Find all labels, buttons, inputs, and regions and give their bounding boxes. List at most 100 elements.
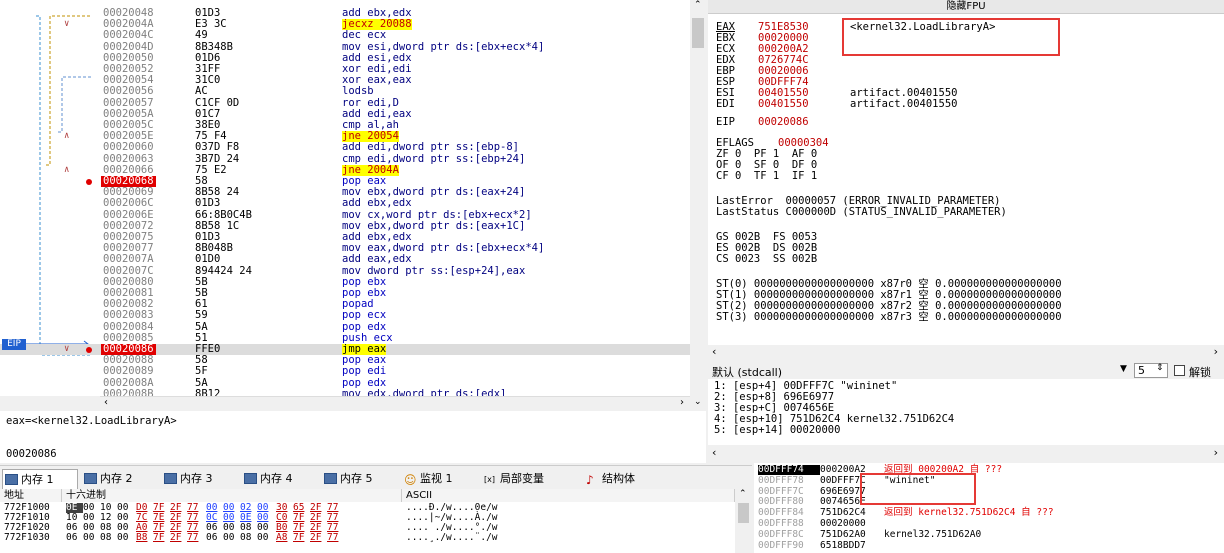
instruction-address[interactable]: 00020089: [103, 366, 154, 377]
disasm-row[interactable]: 00020056 AC lodsb: [0, 86, 690, 97]
hex-byte[interactable]: 7F: [293, 533, 310, 543]
instruction-text[interactable]: add edi,dword ptr ss:[ebp-8]: [342, 142, 519, 153]
disassembly-view[interactable]: 00020048 01D3 add ebx,edx ∨ 0002004A E3 3C jec…: [0, 0, 690, 396]
hex-byte[interactable]: 08: [100, 533, 117, 543]
eip-row[interactable]: EIP 00020086: [716, 117, 850, 128]
instruction-text[interactable]: pop edi: [342, 366, 386, 377]
disasm-row[interactable]: 0002007A 01D0 add eax,edx: [0, 254, 690, 265]
tab-2[interactable]: 内存 2: [82, 469, 158, 489]
hex-byte[interactable]: 00: [257, 533, 274, 543]
instruction-text[interactable]: add eax,edx: [342, 254, 412, 265]
unlock-checkbox[interactable]: [1174, 365, 1185, 376]
hex-byte[interactable]: 00: [223, 533, 240, 543]
hex-byte[interactable]: 06: [66, 533, 83, 543]
chevron-down-icon[interactable]: ▼: [1120, 364, 1127, 374]
stack-value[interactable]: 6518BDD7: [820, 540, 884, 551]
tab-4[interactable]: 内存 4: [242, 469, 318, 489]
dump-row[interactable]: 772F1030 06 00 08 00 B8 7F 2F 77 06 00 08 00 A8 7F 2F 77…: [0, 533, 498, 543]
ascii-text[interactable]: ....¸./w....¨./w: [406, 533, 498, 543]
stack-value[interactable]: 751D62A0: [820, 529, 884, 540]
instruction-text[interactable]: lodsb: [342, 86, 374, 97]
stack-address[interactable]: 00DFFF7C: [758, 486, 820, 497]
disasm-horizontal-scrollbar[interactable]: ‹ ›: [100, 396, 690, 409]
fpu-register[interactable]: ST(3) 0000000000000000000 x87r3 空 0.0000…: [716, 311, 1062, 323]
tab-6[interactable]: ☺ 监视 1: [402, 469, 478, 489]
stack-row[interactable]: 00DFFF90 6518BDD7: [758, 540, 884, 551]
disasm-row[interactable]: 00020060 037D F8 add edi,dword ptr ss:[ebp…: [0, 142, 690, 153]
breakpoint-icon[interactable]: [86, 179, 92, 185]
segment-values[interactable]: CS 0023 SS 002B: [716, 253, 817, 265]
dump-header-ascii[interactable]: ASCII: [402, 489, 735, 502]
tab-3[interactable]: 内存 3: [162, 469, 238, 489]
argument-row[interactable]: 5: [esp+14] 00020000: [714, 425, 840, 436]
dump-header-hex[interactable]: 十六进制: [62, 489, 402, 502]
disasm-row[interactable]: 0002006C 01D3 add ebx,edx: [0, 198, 690, 209]
disasm-row[interactable]: 00020089 5F pop edi: [0, 366, 690, 377]
hex-byte[interactable]: B8: [136, 533, 153, 543]
stack-address[interactable]: 00DFFF88: [758, 519, 820, 529]
instruction-text[interactable]: add ebx,edx: [342, 198, 412, 209]
call-convention-select[interactable]: 默认 (stdcall): [712, 364, 782, 380]
instruction-text[interactable]: mov edx,dword ptr ds:[edx]: [342, 388, 506, 396]
segments-row[interactable]: CS 0023 SS 002B: [716, 254, 817, 265]
stack-address[interactable]: 00DFFF80: [758, 497, 820, 507]
last-status-row[interactable]: LastStatus C000000D (STATUS_INVALID_PARA…: [716, 207, 1007, 218]
tab-5[interactable]: 内存 5: [322, 469, 398, 489]
disasm-row[interactable]: 0002004C 49 dec ecx: [0, 30, 690, 41]
hex-byte[interactable]: 2F: [310, 533, 327, 543]
hex-byte[interactable]: 77: [187, 533, 204, 543]
register-value[interactable]: 00401550: [758, 99, 850, 110]
stack-row[interactable]: 00DFFF88 00020000: [758, 519, 884, 529]
instruction-address[interactable]: 00020083: [103, 310, 154, 321]
disasm-row[interactable]: 00020083 59 pop ecx: [0, 310, 690, 321]
stack-address[interactable]: 00DFFF90: [758, 540, 820, 551]
stack-address[interactable]: 00DFFF84: [758, 508, 820, 518]
tab-1[interactable]: 内存 1: [2, 469, 78, 489]
stack-address[interactable]: 00DFFF74: [758, 465, 820, 475]
instruction-text[interactable]: dec ecx: [342, 30, 386, 41]
register-row[interactable]: EDI 00401550 artifact.00401550: [716, 99, 957, 110]
stack-row[interactable]: 00DFFF8C 751D62A0 kernel32.751D62A0: [758, 529, 981, 540]
instruction-text[interactable]: pop ecx: [342, 310, 386, 321]
stack-value[interactable]: 00020000: [820, 519, 884, 529]
hex-byte[interactable]: 7F: [153, 533, 170, 543]
spinner-arrows-icon[interactable]: ⇕: [1156, 363, 1164, 373]
instruction-address[interactable]: 0002004C: [103, 30, 154, 41]
disasm-row[interactable]: 0002008B 8B12 mov edx,dword ptr ds:[edx]: [0, 388, 690, 396]
scroll-thumb[interactable]: [738, 503, 749, 523]
hex-byte[interactable]: 08: [240, 533, 257, 543]
dump-vertical-scrollbar[interactable]: ⌃: [735, 489, 752, 553]
instruction-address[interactable]: 00020056: [103, 86, 154, 97]
fpu-row[interactable]: ST(3) 0000000000000000000 x87r3 空 0.0000…: [716, 312, 1062, 323]
instruction-address[interactable]: 0002008B: [103, 388, 154, 396]
stack-address[interactable]: 00DFFF78: [758, 475, 820, 486]
disasm-vertical-scrollbar[interactable]: ⌃ ⌄: [690, 0, 706, 409]
hex-byte[interactable]: A8: [276, 533, 293, 543]
registers-horizontal-scrollbar[interactable]: ‹ ›: [708, 345, 1224, 359]
register-value[interactable]: 00020086: [758, 117, 850, 128]
arguments-pane[interactable]: 1: [esp+4] 00DFFF7C "wininet" 2: [esp+8] …: [708, 379, 1224, 445]
flags-row[interactable]: CF 0 TF 1 IF 1: [716, 171, 817, 182]
instruction-address[interactable]: 0002006C: [103, 198, 154, 209]
dump-header-address[interactable]: 地址: [0, 489, 62, 502]
registers-pane[interactable]: 隐藏FPU EAX 751E8530 <kernel32.LoadLibraryA>…: [708, 0, 1224, 345]
stack-value[interactable]: 751D62C4: [820, 508, 884, 518]
stack-row[interactable]: 00DFFF84 751D62C4 返回到 kernel32.751D62C4 自 …: [758, 508, 1054, 518]
tab-7[interactable]: [x] 局部变量: [482, 469, 578, 489]
instruction-address[interactable]: 0002007A: [103, 254, 154, 265]
scroll-thumb[interactable]: [692, 18, 704, 48]
hex-byte[interactable]: 2F: [170, 533, 187, 543]
hex-byte[interactable]: 00: [83, 533, 100, 543]
stack-address[interactable]: 00DFFF8C: [758, 529, 820, 540]
breakpoint-icon[interactable]: [86, 347, 92, 353]
hex-byte[interactable]: 77: [327, 533, 344, 543]
hex-byte[interactable]: 06: [206, 533, 223, 543]
hex-byte[interactable]: 00: [117, 533, 134, 543]
stack-pane[interactable]: 00DFFF74 000200A2 返回到 000200A2 自 ??? 00DFFF…: [754, 463, 1224, 553]
instruction-address[interactable]: 00020060: [103, 142, 154, 153]
flag-values[interactable]: CF 0 TF 1 IF 1: [716, 170, 817, 182]
arguments-horizontal-scrollbar[interactable]: ‹ ›: [708, 445, 1224, 461]
memory-dump[interactable]: 地址 十六进制 ASCII 772F1000 0E 00 10 00 D0 7F 2F 77 00…: [0, 489, 752, 553]
hide-fpu-toggle[interactable]: 隐藏FPU: [708, 0, 1224, 14]
dump-address[interactable]: 772F1030: [0, 533, 66, 543]
